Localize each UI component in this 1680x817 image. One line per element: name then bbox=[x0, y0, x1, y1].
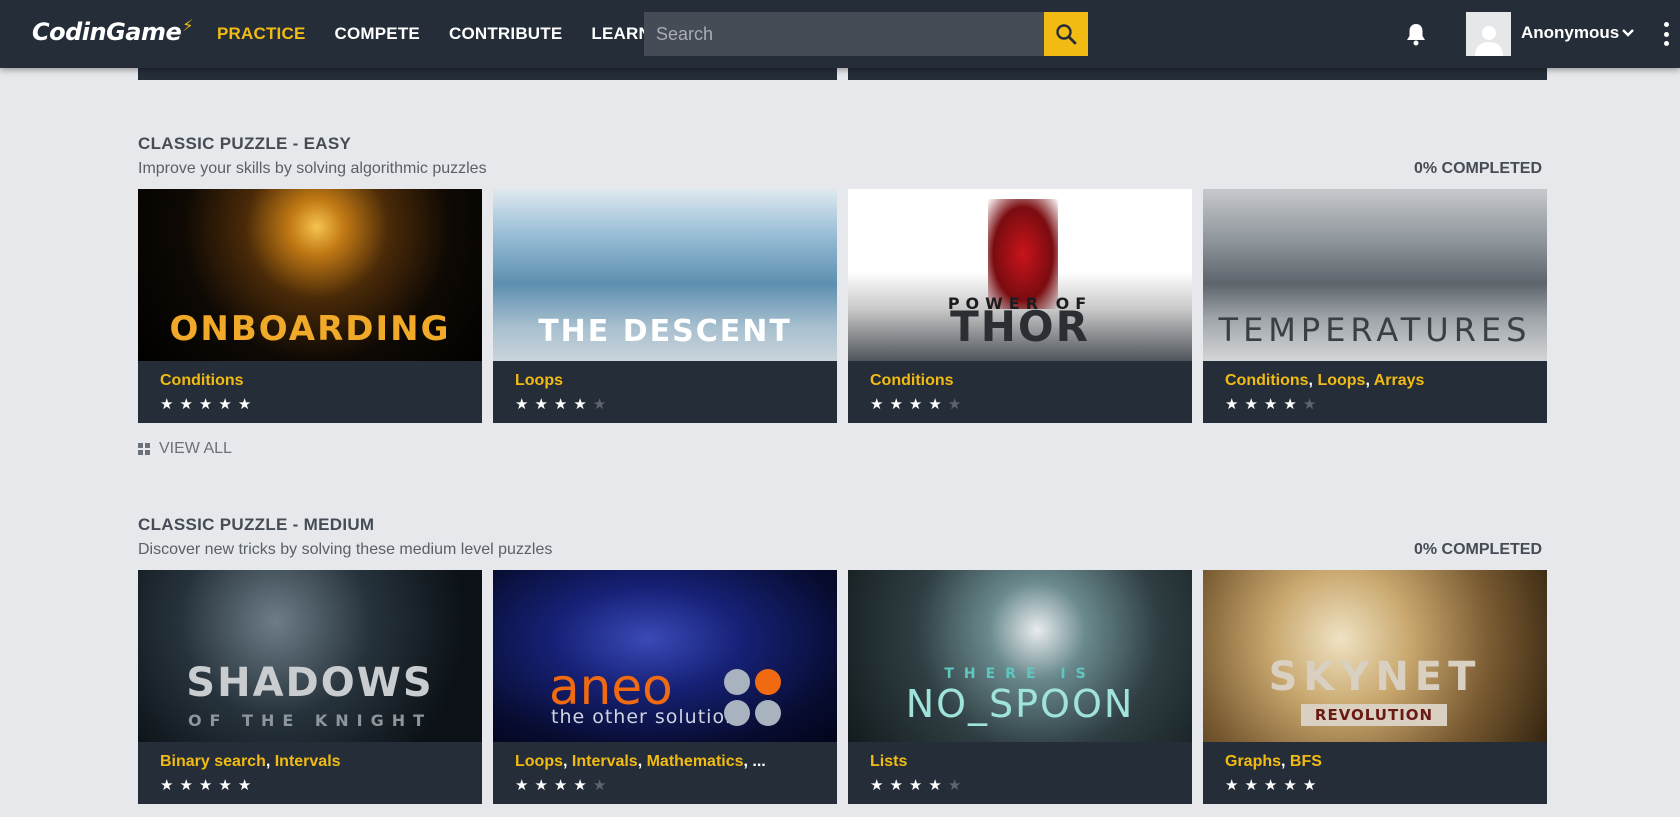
rating-stars: ★ ★ ★ ★ ★ bbox=[1225, 396, 1317, 413]
puzzle-card-the-descent[interactable]: THE DESCENT Loops ★ ★ ★ ★ ★ bbox=[493, 189, 837, 423]
puzzle-art: SHADOWS OF THE KNIGHT bbox=[138, 570, 482, 742]
puzzle-tags: Conditions bbox=[160, 372, 244, 389]
puzzle-card-shadows-of-the-knight[interactable]: SHADOWS OF THE KNIGHT Binary search, Int… bbox=[138, 570, 482, 804]
section-classic-easy: CLASSIC PUZZLE - EASY Improve your skill… bbox=[138, 134, 1547, 424]
puzzle-art: SKYNET REVOLUTION bbox=[1203, 570, 1547, 742]
section-subtitle: Discover new tricks by solving these med… bbox=[138, 541, 553, 558]
view-all-link[interactable]: VIEW ALL bbox=[138, 440, 232, 458]
puzzle-tags: Conditions, Loops, Arrays bbox=[1225, 372, 1425, 389]
rating-stars: ★ ★ ★ ★ ★ bbox=[515, 777, 607, 794]
puzzle-card-list: ONBOARDING Conditions ★ ★ ★ ★ ★ THE DESCENT … bbox=[138, 189, 1547, 423]
top-navbar: CodinGame⚡ PRACTICE COMPETE CONTRIBUTE L… bbox=[0, 0, 1680, 68]
puzzle-tags: Loops bbox=[515, 372, 563, 389]
section-title: CLASSIC PUZZLE - MEDIUM bbox=[138, 515, 375, 534]
default-avatar-icon bbox=[1474, 26, 1503, 56]
codingame-logo[interactable]: CodinGame⚡ bbox=[32, 16, 194, 50]
search-button[interactable] bbox=[1044, 12, 1088, 56]
puzzle-card-skynet-revolution[interactable]: SKYNET REVOLUTION Graphs, BFS ★ ★ ★ ★ ★ bbox=[1203, 570, 1547, 804]
notifications-bell-icon[interactable] bbox=[1405, 22, 1427, 46]
rating-stars: ★ ★ ★ ★ ★ bbox=[1225, 777, 1317, 794]
aneo-dots-logo bbox=[724, 669, 782, 727]
puzzle-card-power-of-thor[interactable]: POWER OF THOR Conditions ★ ★ ★ ★ ★ bbox=[848, 189, 1192, 423]
puzzle-card-temperatures[interactable]: TEMPERATURES Conditions, Loops, Arrays ★… bbox=[1203, 189, 1547, 423]
puzzle-card-there-is-no-spoon[interactable]: THERE IS NO_SPOON Lists ★ ★ ★ ★ ★ bbox=[848, 570, 1192, 804]
section-classic-medium: CLASSIC PUZZLE - MEDIUM Discover new tri… bbox=[138, 515, 1547, 815]
section-completion: 0% COMPLETED bbox=[1413, 160, 1542, 177]
main-nav: PRACTICE COMPETE CONTRIBUTE LEARN bbox=[217, 0, 680, 68]
nav-compete[interactable]: COMPETE bbox=[335, 24, 420, 44]
section-subtitle: Improve your skills by solving algorithm… bbox=[138, 160, 487, 177]
puzzle-art: aneo the other solution bbox=[493, 570, 837, 742]
section-completion: 0% COMPLETED bbox=[1413, 541, 1542, 558]
nav-practice[interactable]: PRACTICE bbox=[217, 24, 306, 44]
puzzle-card-onboarding[interactable]: ONBOARDING Conditions ★ ★ ★ ★ ★ bbox=[138, 189, 482, 423]
puzzle-tags: Lists bbox=[870, 753, 908, 770]
puzzle-art: THE DESCENT bbox=[493, 189, 837, 361]
puzzle-tags: Graphs, BFS bbox=[1225, 753, 1322, 770]
rating-stars: ★ ★ ★ ★ ★ bbox=[160, 396, 252, 413]
search-input[interactable] bbox=[644, 12, 1044, 56]
previous-card-remnant bbox=[138, 68, 837, 80]
rating-stars: ★ ★ ★ ★ ★ bbox=[160, 777, 252, 794]
puzzle-tags: Loops, Intervals, Mathematics, ... bbox=[515, 753, 766, 770]
puzzle-art: ONBOARDING bbox=[138, 189, 482, 361]
puzzle-card-list: SHADOWS OF THE KNIGHT Binary search, Int… bbox=[138, 570, 1547, 804]
rating-stars: ★ ★ ★ ★ ★ bbox=[515, 396, 607, 413]
puzzle-art: POWER OF THOR bbox=[848, 189, 1192, 361]
user-avatar[interactable] bbox=[1466, 12, 1511, 56]
puzzle-tags: Conditions bbox=[870, 372, 954, 389]
puzzle-art: THERE IS NO_SPOON bbox=[848, 570, 1192, 742]
puzzle-tags: Binary search, Intervals bbox=[160, 753, 341, 770]
puzzle-art: TEMPERATURES bbox=[1203, 189, 1547, 361]
more-menu-icon[interactable] bbox=[1663, 22, 1669, 46]
section-title: CLASSIC PUZZLE - EASY bbox=[138, 134, 352, 153]
rating-stars: ★ ★ ★ ★ ★ bbox=[870, 777, 962, 794]
chevron-down-icon[interactable] bbox=[1621, 26, 1635, 40]
previous-card-remnant bbox=[848, 68, 1547, 80]
grid-icon bbox=[138, 443, 150, 455]
nav-learn[interactable]: LEARN bbox=[591, 24, 651, 44]
username[interactable]: Anonymous bbox=[1521, 23, 1619, 43]
puzzle-card-aneo[interactable]: aneo the other solution Loops, Intervals… bbox=[493, 570, 837, 804]
thor-figure bbox=[988, 199, 1058, 309]
nav-contribute[interactable]: CONTRIBUTE bbox=[449, 24, 562, 44]
search-bar bbox=[644, 12, 1088, 56]
search-icon bbox=[1056, 24, 1077, 45]
logo-spark-icon: ⚡ bbox=[182, 16, 194, 35]
rating-stars: ★ ★ ★ ★ ★ bbox=[870, 396, 962, 413]
